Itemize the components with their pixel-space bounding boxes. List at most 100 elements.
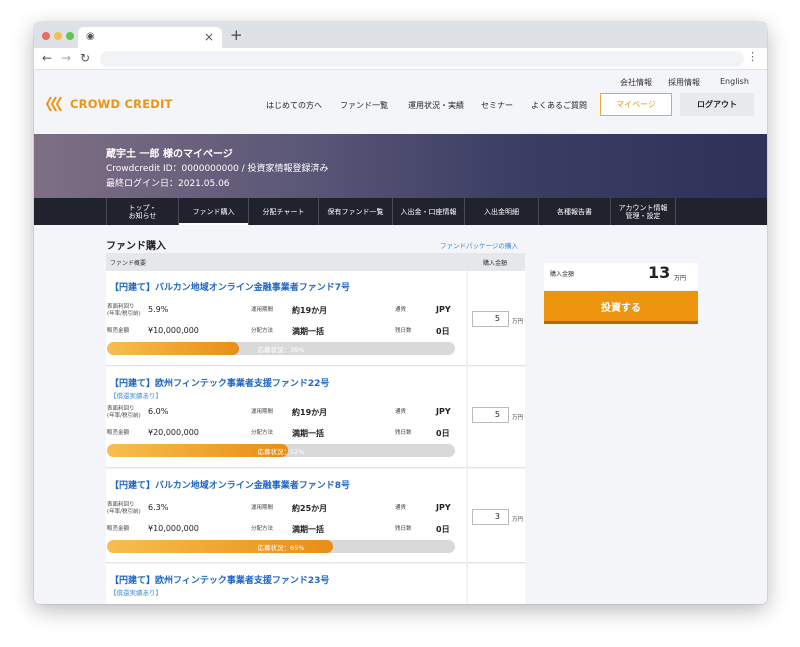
days-left-label: 残日数: [395, 430, 412, 436]
column-header-amount: 購入金額: [483, 260, 508, 267]
period-label: 運用期間: [251, 409, 274, 415]
days-left-value: 0日: [436, 429, 450, 438]
sales-value: ¥10,000,000: [148, 524, 199, 533]
period-label: 運用期間: [251, 307, 274, 313]
quantity-input[interactable]: 3: [472, 509, 509, 525]
close-icon[interactable]: ×: [204, 30, 214, 44]
progress-bar: 応募状況：38%: [107, 342, 455, 355]
days-left-value: 0日: [436, 525, 450, 534]
yield-label: 表面利回り (年率/税引前): [107, 304, 141, 317]
nav-seminar[interactable]: セミナー: [481, 100, 513, 111]
company-info-link[interactable]: 会社情報: [620, 77, 652, 88]
sales-label: 販売金額: [107, 430, 130, 436]
period-label: 運用期間: [251, 505, 274, 511]
fund-card: 【円建て】欧州フィンテック事業者支援ファンド22号 【償還実績あり】 表面利回り…: [106, 367, 466, 468]
period-value: 約19か月: [292, 306, 328, 315]
window-zoom-control[interactable]: [66, 32, 74, 40]
fund-title[interactable]: 【円建て】欧州フィンテック事業者支援ファンド23号: [110, 573, 329, 586]
progress-bar: 応募状況：52%: [107, 444, 455, 457]
redemption-note: 【償還実績あり】: [110, 392, 162, 400]
section-title: ファンド購入: [106, 241, 166, 252]
currency-value: JPY: [436, 305, 451, 314]
mypage-button[interactable]: マイページ: [600, 93, 672, 116]
days-left-value: 0日: [436, 327, 450, 336]
amount-cell: 5 万円: [467, 367, 525, 468]
yield-label: 表面利回り (年率/税引前): [107, 406, 141, 419]
yield-value: 6.0%: [148, 407, 169, 416]
fund-title[interactable]: 【円建て】バルカン地域オンライン金融事業者ファンド8号: [110, 478, 350, 491]
tab-holdings[interactable]: 保有ファンド一覧: [318, 198, 392, 225]
currency-label: 通貨: [395, 505, 407, 511]
amount-cell: 3 万円: [467, 469, 525, 563]
progress-text: 応募状況：52%: [257, 448, 305, 456]
tab-transactions[interactable]: 入出金明細: [464, 198, 538, 225]
distribution-value: 満期一括: [292, 525, 324, 534]
sales-label: 販売金額: [107, 526, 130, 532]
currency-label: 通貨: [395, 307, 407, 313]
progress-text: 応募状況：38%: [257, 346, 305, 354]
unit-label: 万円: [512, 517, 524, 523]
summary-total-box: 購入金額 13 万円: [544, 263, 698, 290]
column-header-overview: ファンド概要: [110, 260, 147, 267]
period-value: 約19か月: [292, 408, 328, 417]
yield-label: 表面利回り (年率/税引前): [107, 502, 141, 515]
fund-card: 【円建て】バルカン地域オンライン金融事業者ファンド7号 表面利回り (年率/税引…: [106, 271, 466, 366]
currency-value: JPY: [436, 407, 451, 416]
summary-label: 購入金額: [550, 271, 575, 278]
site-header: 会社情報 採用情報 English CROWD CREDIT はじめての方へ フ…: [34, 70, 767, 134]
sales-value: ¥20,000,000: [148, 428, 199, 437]
nav-performance[interactable]: 運用状況・実績: [408, 100, 464, 111]
back-arrow-icon[interactable]: ←: [42, 51, 52, 65]
quantity-input[interactable]: 5: [472, 311, 509, 327]
english-link[interactable]: English: [720, 77, 749, 86]
period-value: 約25か月: [292, 504, 328, 513]
mypage-tabs: トップ・ お知らせ ファンド購入 分配チャート 保有ファンド一覧 入出金・口座情…: [34, 198, 767, 225]
address-bar[interactable]: [100, 51, 744, 67]
summary-unit: 万円: [674, 275, 687, 282]
window-minimize-control[interactable]: [54, 32, 62, 40]
page-title: 蔵宇土 一郎 様のマイページ: [106, 149, 233, 160]
nav-beginners[interactable]: はじめての方へ: [266, 100, 322, 111]
crowdcredit-id: Crowdcredit ID：0000000000 / 投資家情報登録済み: [106, 164, 329, 174]
distribution-label: 分配方法: [251, 526, 274, 532]
tab-reports[interactable]: 各種報告書: [538, 198, 610, 225]
unit-label: 万円: [512, 319, 524, 325]
logout-button[interactable]: ログアウト: [680, 93, 754, 116]
careers-link[interactable]: 採用情報: [668, 77, 700, 88]
distribution-value: 満期一括: [292, 429, 324, 438]
browser-window: ◉ × + ← → ↻ ⋮ 会社情報 採用情報 English CROWD CR…: [34, 22, 767, 604]
fund-card: 【円建て】欧州フィンテック事業者支援ファンド23号 【償還実績あり】: [106, 564, 466, 604]
nav-faq[interactable]: よくあるご質問: [531, 100, 587, 111]
purchase-summary: 購入金額 13 万円 投資する: [544, 263, 698, 346]
tab-account-settings[interactable]: アカウント情報 管理・設定: [610, 198, 676, 225]
summary-total: 13: [648, 263, 671, 282]
days-left-label: 残日数: [395, 328, 412, 334]
window-close-control[interactable]: [42, 32, 50, 40]
last-login: 最終ログイン日：2021.05.06: [106, 179, 230, 189]
invest-button[interactable]: 投資する: [544, 291, 698, 324]
progress-text: 応募状況：65%: [257, 544, 305, 552]
redemption-note: 【償還実績あり】: [110, 589, 162, 597]
tab-fund-purchase[interactable]: ファンド購入: [178, 198, 248, 225]
distribution-value: 満期一括: [292, 327, 324, 336]
fund-title[interactable]: 【円建て】欧州フィンテック事業者支援ファンド22号: [110, 376, 329, 389]
browser-menu-icon[interactable]: ⋮: [747, 50, 758, 63]
fund-title[interactable]: 【円建て】バルカン地域オンライン金融事業者ファンド7号: [110, 280, 350, 293]
reload-icon[interactable]: ↻: [80, 51, 90, 65]
tab-deposit-account[interactable]: 入出金・口座情報: [392, 198, 464, 225]
quantity-input[interactable]: 5: [472, 407, 509, 423]
yield-value: 5.9%: [148, 305, 169, 314]
new-tab-button[interactable]: +: [230, 26, 243, 44]
forward-arrow-icon[interactable]: →: [61, 51, 71, 65]
globe-icon: ◉: [86, 31, 95, 42]
tab-distribution-chart[interactable]: 分配チャート: [248, 198, 318, 225]
nav-fund-list[interactable]: ファンド一覧: [340, 100, 388, 111]
browser-toolbar: ← → ↻ ⋮: [34, 48, 767, 70]
browser-tab[interactable]: ◉ ×: [78, 27, 222, 48]
distribution-label: 分配方法: [251, 430, 274, 436]
fund-package-link[interactable]: ファンドパッケージの購入: [440, 240, 518, 250]
distribution-label: 分配方法: [251, 328, 274, 334]
tab-top-news[interactable]: トップ・ お知らせ: [106, 198, 178, 225]
logo[interactable]: CROWD CREDIT: [46, 96, 173, 112]
yield-value: 6.3%: [148, 503, 169, 512]
